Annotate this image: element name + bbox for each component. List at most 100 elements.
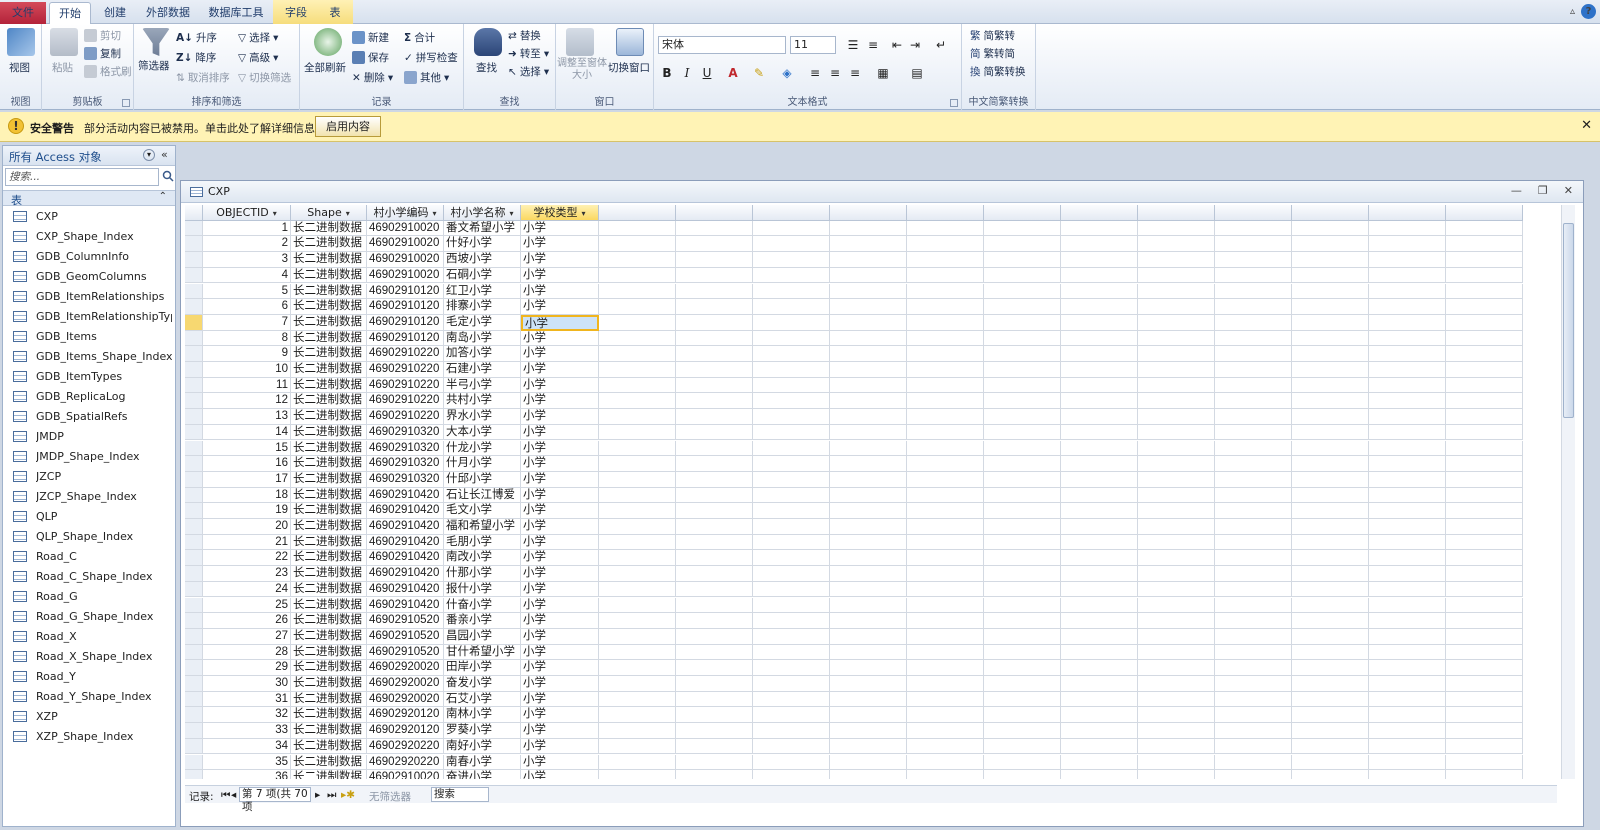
size-to-fit-button[interactable]: 调整至窗体大小 bbox=[556, 58, 608, 82]
table-cell[interactable]: 小学 bbox=[521, 550, 599, 567]
toggle-filter-button[interactable]: 切换筛选 bbox=[249, 70, 291, 85]
spelling-button[interactable]: 拼写检查 bbox=[416, 50, 458, 65]
table-cell[interactable]: 长二进制数据 bbox=[291, 346, 367, 362]
nav-group-tables[interactable]: 表 ⌃ bbox=[3, 190, 175, 207]
nav-table-item[interactable]: JMDP_Shape_Index bbox=[3, 447, 175, 467]
table-cell[interactable]: 23 bbox=[203, 566, 291, 582]
table-cell[interactable]: 西坡小学 bbox=[444, 252, 521, 268]
record-selector[interactable] bbox=[185, 283, 203, 300]
table-cell[interactable]: 10 bbox=[203, 362, 291, 378]
table-cell[interactable]: 29 bbox=[203, 660, 291, 676]
last-record-icon[interactable]: ⏭ bbox=[327, 789, 336, 802]
table-cell[interactable]: 32 bbox=[203, 707, 291, 724]
table-cell[interactable]: 30 bbox=[203, 676, 291, 692]
table-cell[interactable]: 46902910220 bbox=[367, 362, 444, 378]
column-header[interactable]: Shape ▾ bbox=[291, 205, 367, 221]
table-cell[interactable]: 小学 bbox=[521, 267, 599, 284]
help-icon[interactable]: ? bbox=[1581, 4, 1596, 19]
table-cell[interactable]: 36 bbox=[203, 770, 291, 779]
tab-create[interactable]: 创建 bbox=[96, 2, 134, 24]
record-selector[interactable] bbox=[185, 314, 203, 331]
table-row[interactable]: 34 长二进制数据 46902920220 南好小学 小学 bbox=[185, 738, 1543, 755]
table-cell[interactable]: 南改小学 bbox=[444, 550, 521, 567]
table-cell[interactable]: 26 bbox=[203, 613, 291, 629]
nav-table-item[interactable]: GDB_GeomColumns bbox=[3, 267, 175, 287]
filter-button[interactable]: 筛选器 bbox=[138, 58, 170, 73]
table-cell[interactable]: 长二进制数据 bbox=[291, 487, 367, 504]
table-cell[interactable]: 什那小学 bbox=[444, 566, 521, 582]
table-cell[interactable]: 46902910220 bbox=[367, 377, 444, 394]
bullets-icon[interactable]: ☰ bbox=[844, 36, 862, 54]
document-tab[interactable]: CXP — ❐ ✕ bbox=[181, 181, 1583, 203]
table-cell[interactable]: 46902910020 bbox=[367, 267, 444, 284]
clear-sort-button[interactable]: 取消排序 bbox=[188, 70, 230, 85]
table-cell[interactable]: 长二进制数据 bbox=[291, 330, 367, 347]
table-cell[interactable]: 7 bbox=[203, 314, 291, 331]
nav-table-item[interactable]: CXP_Shape_Index bbox=[3, 227, 175, 247]
table-cell[interactable]: 长二进制数据 bbox=[291, 754, 367, 771]
table-cell[interactable]: 长二进制数据 bbox=[291, 628, 367, 645]
record-selector[interactable] bbox=[185, 738, 203, 755]
table-cell[interactable]: 46902910420 bbox=[367, 503, 444, 519]
record-selector[interactable] bbox=[185, 707, 203, 724]
table-cell[interactable]: 福和希望小学 bbox=[444, 519, 521, 535]
record-selector[interactable] bbox=[185, 487, 203, 504]
table-cell[interactable]: 小学 bbox=[521, 691, 599, 708]
table-cell[interactable]: 小学 bbox=[521, 534, 599, 551]
record-selector[interactable] bbox=[185, 691, 203, 708]
record-selector[interactable] bbox=[185, 409, 203, 425]
record-selector[interactable] bbox=[185, 676, 203, 692]
table-row[interactable]: 8 长二进制数据 46902910120 南岛小学 小学 bbox=[185, 330, 1543, 347]
record-selector[interactable] bbox=[185, 377, 203, 394]
record-position-input[interactable]: 第 7 项(共 70 项 bbox=[239, 787, 311, 813]
table-row[interactable]: 32 长二进制数据 46902920120 南林小学 小学 bbox=[185, 707, 1543, 724]
table-cell[interactable]: 小学 bbox=[521, 566, 599, 582]
cut-button[interactable]: 剪切 bbox=[100, 28, 121, 43]
nav-table-item[interactable]: QLP_Shape_Index bbox=[3, 527, 175, 547]
table-cell[interactable]: 46902910120 bbox=[367, 299, 444, 315]
record-selector[interactable] bbox=[185, 236, 203, 253]
table-cell[interactable]: 长二进制数据 bbox=[291, 534, 367, 551]
table-cell[interactable]: 长二进制数据 bbox=[291, 440, 367, 457]
font-name-select[interactable]: 宋体 bbox=[658, 36, 786, 54]
table-cell[interactable]: 小学 bbox=[521, 220, 599, 237]
table-cell[interactable]: 长二进制数据 bbox=[291, 314, 367, 331]
table-cell[interactable]: 长二进制数据 bbox=[291, 236, 367, 253]
more-button[interactable]: 其他 bbox=[420, 70, 441, 85]
table-cell[interactable]: 46902920120 bbox=[367, 707, 444, 724]
record-selector[interactable] bbox=[185, 456, 203, 472]
table-cell[interactable]: 小学 bbox=[521, 362, 599, 378]
table-row[interactable]: 3 长二进制数据 46902910020 西坡小学 小学 bbox=[185, 252, 1543, 268]
record-selector[interactable] bbox=[185, 424, 203, 441]
table-cell[interactable]: 小学 bbox=[521, 424, 599, 441]
close-window-icon[interactable]: ✕ bbox=[1564, 184, 1573, 197]
record-selector[interactable] bbox=[185, 330, 203, 347]
save-button[interactable]: 保存 bbox=[368, 50, 389, 65]
highlight-icon[interactable]: ✎ bbox=[750, 64, 768, 82]
chevron-down-icon[interactable]: ▾ bbox=[581, 209, 585, 218]
table-cell[interactable]: 46902920120 bbox=[367, 723, 444, 739]
table-cell[interactable]: 46902920220 bbox=[367, 738, 444, 755]
table-cell[interactable]: 石让长江博爱 bbox=[444, 487, 521, 504]
nav-search-input[interactable]: 搜索... bbox=[5, 168, 159, 186]
column-header[interactable]: OBJECTID ▾ bbox=[203, 205, 291, 221]
table-cell[interactable]: 46902910420 bbox=[367, 519, 444, 535]
table-cell[interactable]: 大本小学 bbox=[444, 424, 521, 441]
table-cell[interactable]: 长二进制数据 bbox=[291, 503, 367, 519]
nav-table-item[interactable]: GDB_ItemRelationships bbox=[3, 287, 175, 307]
scrollbar-thumb[interactable] bbox=[1563, 223, 1574, 418]
select-all-corner[interactable] bbox=[185, 205, 203, 221]
table-cell[interactable]: 田岸小学 bbox=[444, 660, 521, 676]
table-row[interactable]: 36 长二进制数据 46902910020 奋进小学 小学 bbox=[185, 770, 1543, 779]
nav-table-item[interactable]: CXP bbox=[3, 207, 175, 227]
table-row[interactable]: 19 长二进制数据 46902910420 毛文小学 小学 bbox=[185, 503, 1543, 519]
record-selector[interactable] bbox=[185, 346, 203, 362]
table-cell[interactable]: 46902910220 bbox=[367, 346, 444, 362]
table-cell[interactable]: 长二进制数据 bbox=[291, 550, 367, 567]
refresh-all-button[interactable]: 全部刷新 bbox=[304, 60, 346, 75]
table-row[interactable]: 16 长二进制数据 46902910320 什月小学 小学 bbox=[185, 456, 1543, 472]
decrease-indent-icon[interactable]: ⇤ bbox=[888, 36, 906, 54]
new-blank-record-icon[interactable]: ▸✱ bbox=[341, 789, 355, 801]
table-cell[interactable]: 5 bbox=[203, 283, 291, 300]
table-cell[interactable]: 46902910120 bbox=[367, 314, 444, 331]
